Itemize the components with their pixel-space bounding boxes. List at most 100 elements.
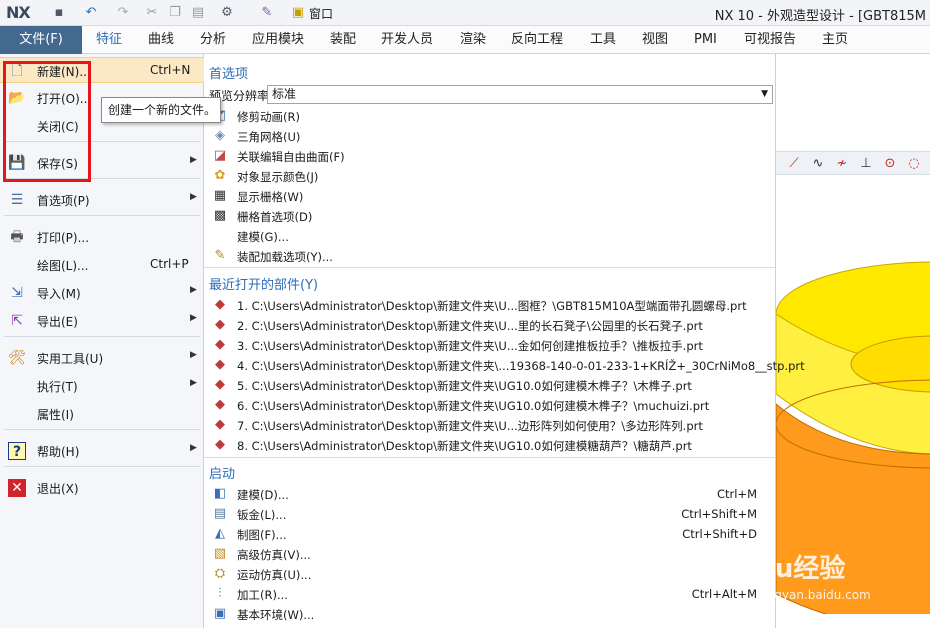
menu-execute[interactable]: 执行(T) ▶ [0,373,204,399]
save-icon[interactable]: ▪ [50,4,68,22]
startup-manufacturing[interactable]: ⫶ 加工(R)... Ctrl+Alt+M [209,584,769,604]
menu-item-label: 实用工具(U) [37,352,104,366]
recent-part[interactable]: ◆ 7. C:\Users\Administrator\Desktop\新建文件… [209,415,769,435]
recent-part[interactable]: ◆ 1. C:\Users\Administrator\Desktop\新建文件… [209,295,769,315]
recent-part-path: 6. C:\Users\Administrator\Desktop\新建文件夹\… [237,399,710,413]
submenu-arrow-icon: ▶ [190,313,197,323]
menu-plot[interactable]: 绘图(L)... Ctrl+P [0,252,204,278]
menu-exit[interactable]: ✕ 退出(X) [0,475,204,501]
part-file-icon: ◆ [215,417,225,432]
tab-render[interactable]: 渲染 [460,26,486,54]
tab-home[interactable]: 主页 [822,26,848,54]
tab-developer[interactable]: 开发人员 [381,26,433,54]
repeat-command-icon[interactable]: ⚙ [218,4,236,22]
tab-view[interactable]: 视图 [642,26,668,54]
drafting-icon: ◭ [215,526,225,541]
pref-triangle-mesh[interactable]: ◈ 三角网格(U) [209,126,769,146]
curve-icon[interactable]: ∿ [808,154,828,174]
section-divider [204,457,776,458]
pref-trim-animation[interactable]: ◩ 修剪动画(R) [209,106,769,126]
menu-item-label: 首选项(P) [37,194,90,208]
submenu-arrow-icon: ▶ [190,192,197,202]
menu-item-label: 打印(P)... [37,231,90,245]
graphics-window[interactable]: ⟋ ∿ ≁ ⊥ ⊙ ◌ [776,54,930,628]
startup-item-label: 高级仿真(V)... [237,548,311,562]
recent-part[interactable]: ◆ 2. C:\Users\Administrator\Desktop\新建文件… [209,315,769,335]
tooltip: 创建一个新的文件。 [101,97,221,123]
redo-icon[interactable]: ↷ [114,4,132,22]
menu-export[interactable]: ⇱ 导出(E) ▶ [0,308,204,334]
recent-part[interactable]: ◆ 8. C:\Users\Administrator\Desktop\新建文件… [209,435,769,455]
freeform-surface-icon: ◪ [213,148,227,163]
recent-part[interactable]: ◆ 5. C:\Users\Administrator\Desktop\新建文件… [209,375,769,395]
recent-part[interactable]: ◆ 4. C:\Users\Administrator\Desktop\新建文件… [209,355,805,375]
menu-preferences[interactable]: ☰ 首选项(P) ▶ [0,187,204,213]
submenu-arrow-icon: ▶ [190,285,197,295]
startup-sheet-metal[interactable]: ▤ 钣金(L)... Ctrl+Shift+M [209,504,769,524]
touch-mode-icon[interactable]: ✎ [258,4,276,22]
title-bar: NX ▪ ↶ ↷ ✂ ❐ ▤ ⚙ ✎ ▣ 窗口 NX 10 - 外观造型设计 -… [0,0,930,26]
startup-advanced-simulation[interactable]: ▧ 高级仿真(V)... [209,544,769,564]
tab-feature[interactable]: 特征 [96,26,122,54]
menu-help[interactable]: ? 帮助(H) ▶ [0,438,204,464]
menu-properties[interactable]: 属性(I) [0,401,204,427]
intersection-icon[interactable]: ⊥ [856,154,876,174]
startup-item-shortcut: Ctrl+Alt+M [691,587,757,601]
recent-part[interactable]: ◆ 6. C:\Users\Administrator\Desktop\新建文件… [209,395,769,415]
recent-part[interactable]: ◆ 3. C:\Users\Administrator\Desktop\新建文件… [209,335,769,355]
pref-show-grid[interactable]: ▦ 显示栅格(W) [209,186,769,206]
tab-application[interactable]: 应用模块 [252,26,304,54]
menu-item-label: 导入(M) [37,287,81,301]
startup-item-label: 钣金(L)... [237,508,287,522]
preferences-heading: 首选项 [209,67,249,82]
center-point-icon[interactable]: ⊙ [880,154,900,174]
window-menu[interactable]: 窗口 [309,5,333,22]
startup-drafting[interactable]: ◭ 制图(F)... Ctrl+Shift+D [209,524,769,544]
menu-utilities[interactable]: 🛠 实用工具(U) ▶ [0,345,204,371]
tab-assembly[interactable]: 装配 [330,26,356,54]
startup-motion-simulation[interactable]: ⛭ 运动仿真(U)... [209,564,769,584]
startup-item-shortcut: Ctrl+M [716,487,757,501]
pref-modeling[interactable]: 建模(G)... [209,226,769,246]
recent-part-path: 5. C:\Users\Administrator\Desktop\新建文件夹\… [237,379,692,393]
selection-toolbar: ⟋ ∿ ≁ ⊥ ⊙ ◌ [776,151,930,175]
tab-curve[interactable]: 曲线 [148,26,174,54]
startup-item-shortcut: Ctrl+Shift+D [682,527,757,541]
tab-visual-report[interactable]: 可视报告 [744,26,796,54]
tab-reverse-engineering[interactable]: 反向工程 [511,26,563,54]
copy-icon[interactable]: ❐ [166,4,184,22]
tab-file[interactable]: 文件(F) [0,26,82,54]
file-menu: 🗋 新建(N)... Ctrl+N 📂 打开(O)... 关闭(C) 💾 保存(… [0,54,204,628]
menu-item-label: 属性(I) [37,408,74,422]
window-icon[interactable]: ▣ [289,4,307,22]
cut-icon[interactable]: ✂ [143,4,161,22]
tab-tools[interactable]: 工具 [590,26,616,54]
quadrant-point-icon[interactable]: ◌ [904,154,924,174]
pref-object-color[interactable]: ✿ 对象显示颜色(J) [209,166,769,186]
nx-logo: NX [6,3,31,22]
part-file-icon: ◆ [215,397,225,412]
recent-part-path: 1. C:\Users\Administrator\Desktop\新建文件夹\… [237,299,747,313]
object-color-icon: ✿ [214,168,226,183]
pref-item-label: 栅格首选项(D) [237,210,313,224]
startup-gateway[interactable]: ▣ 基本环境(W)... [209,604,769,624]
section-divider [204,267,776,268]
menu-print[interactable]: 🖶 打印(P)... [0,224,204,250]
window-title: NX 10 - 外观造型设计 - [GBT815M [714,9,926,24]
pref-grid-preferences[interactable]: ▩ 栅格首选项(D) [209,206,769,226]
line-icon[interactable]: ⟋ [784,154,804,174]
menu-item-label: 帮助(H) [37,445,80,459]
undo-icon[interactable]: ↶ [82,4,100,22]
startup-modeling[interactable]: ◧ 建模(D)... Ctrl+M [209,484,769,504]
tab-analysis[interactable]: 分析 [200,26,226,54]
recent-parts-heading: 最近打开的部件(Y) [209,278,319,293]
menu-item-shortcut: Ctrl+N [150,63,191,77]
pref-freeform-surface[interactable]: ◪ 关联编辑自由曲面(F) [209,146,769,166]
tab-pmi[interactable]: PMI [694,26,717,54]
spline-icon[interactable]: ≁ [832,154,852,174]
paste-icon[interactable]: ▤ [189,4,207,22]
resolution-select[interactable]: 标准 ▼ [267,85,773,104]
pref-item-label: 对象显示颜色(J) [237,170,319,184]
menu-import[interactable]: ⇲ 导入(M) ▶ [0,280,204,306]
pref-assembly-load[interactable]: ✎ 装配加载选项(Y)... [209,246,769,266]
